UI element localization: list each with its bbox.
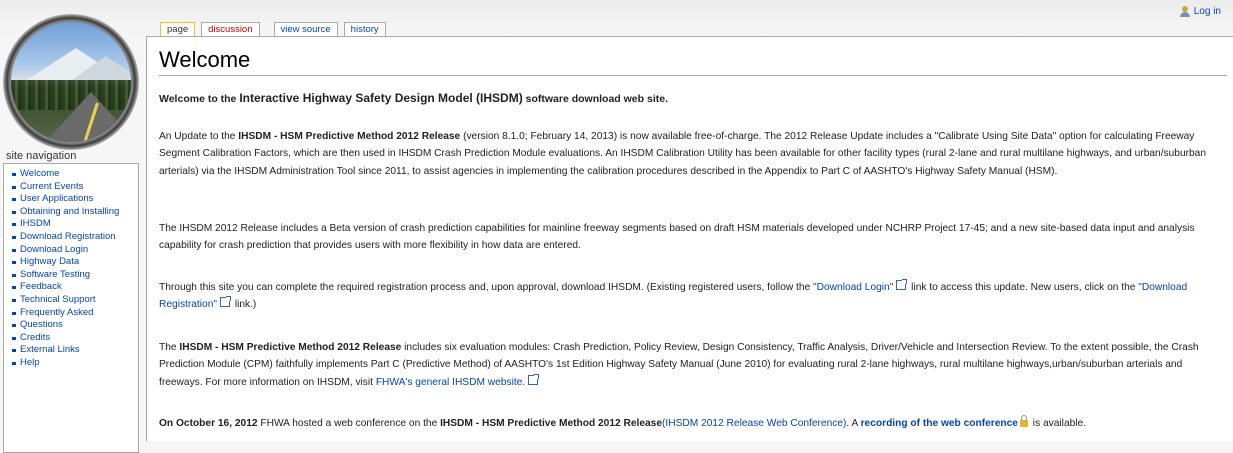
- nav-item-external-links[interactable]: External Links: [12, 344, 134, 357]
- nav-item-highway-data[interactable]: Highway Data: [12, 256, 134, 269]
- p1-emphasis: IHSDM - HSM Predictive Method 2012 Relea…: [238, 131, 461, 142]
- tab-page[interactable]: page: [160, 22, 196, 36]
- nav-item-obtaining-installing-cont[interactable]: IHSDM: [12, 218, 134, 231]
- nav-item-software-testing[interactable]: Software Testing: [12, 269, 134, 282]
- recording-link[interactable]: recording of the web conference: [861, 418, 1018, 429]
- registration-paragraph: Through this site you can complete the r…: [159, 279, 1221, 314]
- nav-item-current-events[interactable]: Current Events: [12, 181, 134, 194]
- nav-item-welcome[interactable]: Welcome: [12, 168, 134, 181]
- nav-item-download-login[interactable]: Download Login: [12, 244, 134, 257]
- nav-item-download-registration[interactable]: Download Registration: [12, 231, 134, 244]
- content-area: Welcome Welcome to the Interactive Highw…: [146, 36, 1233, 441]
- tab-view-source[interactable]: view source: [273, 22, 338, 36]
- download-login-link[interactable]: "Download Login": [813, 282, 893, 293]
- web-conference-link[interactable]: (IHSDM 2012 Release Web Conference): [662, 418, 846, 429]
- nav-item-faq[interactable]: Frequently Asked: [12, 307, 134, 320]
- nav-item-obtaining-installing[interactable]: Obtaining and Installing: [12, 206, 134, 219]
- web-conference-paragraph: On October 16, 2012 FHWA hosted a web co…: [159, 415, 1221, 432]
- site-navigation: Welcome Current Events User Applications…: [3, 163, 139, 453]
- login-label: Log in: [1193, 6, 1221, 17]
- p3-text-end: link.): [231, 299, 257, 311]
- site-navigation-title: site navigation: [6, 150, 77, 162]
- p3-text-mid: link to access this update. New users, c…: [908, 282, 1139, 293]
- lock-icon: [1019, 415, 1028, 427]
- nav-item-software-testing-cont[interactable]: Feedback: [12, 281, 134, 294]
- tab-discussion[interactable]: discussion: [201, 22, 260, 36]
- update-paragraph: An Update to the IHSDM - HSM Predictive …: [159, 128, 1221, 180]
- logo-image: [11, 22, 131, 142]
- page-tabs: page discussion view source history: [160, 22, 386, 36]
- intro-text: Welcome to the: [159, 93, 240, 105]
- fhwa-ihsdm-website-link[interactable]: FHWA's general IHSDM website.: [376, 377, 525, 388]
- p3-text: Through this site you can complete the r…: [159, 282, 814, 293]
- nav-item-user-applications[interactable]: User Applications: [12, 193, 134, 206]
- p5-date: On October 16, 2012: [159, 418, 258, 429]
- title-divider: [159, 75, 1227, 76]
- intro-emphasis: Interactive Highway Safety Design Model …: [239, 91, 523, 105]
- nav-item-credits[interactable]: Credits: [12, 332, 134, 345]
- p5-emphasis: IHSDM - HSM Predictive Method 2012 Relea…: [440, 418, 663, 429]
- p4-text: The: [159, 342, 180, 353]
- p5-text: FHWA hosted a web conference on the: [257, 418, 441, 429]
- external-link-icon: [219, 296, 231, 308]
- user-icon: [1179, 6, 1190, 17]
- tab-history[interactable]: history: [343, 22, 386, 36]
- external-link-icon: [528, 373, 540, 385]
- nav-item-technical-support[interactable]: Technical Support: [12, 294, 134, 307]
- modules-paragraph: The IHSDM - HSM Predictive Method 2012 R…: [159, 339, 1221, 391]
- p5-text-end: is available.: [1029, 418, 1087, 429]
- login-link[interactable]: Log in: [1179, 6, 1221, 17]
- nav-item-faq-cont[interactable]: Questions: [12, 319, 134, 332]
- site-logo[interactable]: [3, 14, 139, 150]
- intro-text-end: software download web site.: [522, 93, 668, 105]
- p5-text-mid: . A: [846, 418, 861, 429]
- beta-paragraph: The IHSDM 2012 Release includes a Beta v…: [159, 223, 1195, 252]
- p4-emphasis: IHSDM - HSM Predictive Method 2012 Relea…: [179, 342, 402, 353]
- nav-item-help[interactable]: Help: [12, 357, 134, 370]
- p1-text: An Update to the: [159, 131, 239, 142]
- external-link-icon: [896, 279, 908, 290]
- page-title: Welcome: [159, 47, 251, 72]
- intro-paragraph: Welcome to the Interactive Highway Safet…: [159, 90, 1221, 108]
